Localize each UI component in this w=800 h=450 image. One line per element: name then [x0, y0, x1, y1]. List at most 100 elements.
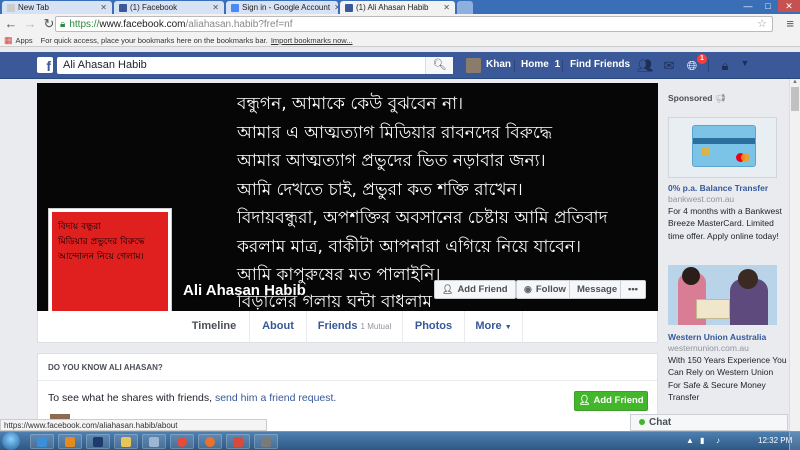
taskbar-app-icon[interactable]	[226, 434, 250, 449]
taskbar-photoshop-icon[interactable]	[86, 434, 110, 449]
message-button[interactable]: Message	[569, 280, 626, 299]
add-person-icon: 👤︎	[578, 395, 591, 406]
browser-tab-profile[interactable]: (1) Ali Ahasan Habib ✕	[340, 1, 455, 14]
nav-divider	[708, 60, 709, 72]
facebook-logo-icon[interactable]: f	[37, 57, 53, 74]
follow-button[interactable]: ◉ Follow	[516, 280, 574, 299]
taskbar-window-icon[interactable]	[142, 434, 166, 449]
taskbar-media-icon[interactable]	[58, 434, 82, 449]
browser-tab-title: (1) Ali Ahasan Habib	[356, 3, 429, 12]
home-link[interactable]: Home 1	[521, 59, 560, 70]
add-friend-label: Add Friend	[593, 395, 644, 406]
taskbar-chrome-icon[interactable]	[170, 434, 194, 449]
status-bar-url: https://www.facebook.com/aliahasan.habib…	[0, 419, 267, 431]
taskbar-ie-icon[interactable]	[30, 434, 54, 449]
new-tab-button[interactable]	[457, 1, 473, 14]
sponsored-label: Sponsored	[668, 93, 713, 103]
show-desktop-button[interactable]	[789, 432, 800, 450]
ad-title[interactable]: Western Union Australia	[668, 332, 766, 342]
card-chip	[701, 148, 710, 155]
close-icon[interactable]: ✕	[96, 3, 107, 12]
friends-label: Friends	[317, 320, 358, 332]
ad-domain[interactable]: bankwest.com.au	[668, 194, 734, 204]
ad-image-western-union[interactable]	[668, 265, 777, 325]
browser-tab-google-signin[interactable]: Sign in - Google Account ✕	[226, 1, 338, 14]
ad-domain[interactable]: westernunion.com.au	[668, 343, 749, 353]
profile-name[interactable]: Ali Ahasan Habib	[183, 282, 306, 299]
home-count: 1	[554, 59, 561, 70]
search-value: Ali Ahasan Habib	[63, 59, 147, 71]
ad-title[interactable]: 0% p.a. Balance Transfer	[668, 183, 768, 193]
friend-requests-icon[interactable]: 👥︎	[637, 58, 654, 73]
close-icon[interactable]: ✕	[330, 3, 338, 12]
mastercard-logo-icon	[736, 153, 750, 162]
person-figure	[682, 267, 700, 285]
find-friends-link[interactable]: Find Friends	[570, 59, 630, 70]
close-icon[interactable]: ✕	[439, 3, 450, 12]
address-bar[interactable]: 🔒︎ https:// www.facebook.com /aliahasan.…	[55, 16, 773, 32]
facebook-search-input[interactable]: Ali Ahasan Habib 🔍︎	[57, 57, 453, 74]
url-path: /aliahasan.habib?fref=nf	[185, 18, 293, 30]
search-icon[interactable]: 🔍︎	[425, 57, 453, 74]
bookmarks-bar: ▦ Apps For quick access, place your book…	[0, 34, 800, 47]
chevron-down-icon: ▼	[504, 324, 512, 331]
profile-tabs: Timeline About Friends 1 Mutual Photos M…	[37, 311, 658, 343]
add-friend-button[interactable]: 👤︎ Add Friend	[434, 280, 516, 299]
friend-request-prompt: To see what he shares with friends, send…	[48, 392, 336, 404]
start-button[interactable]	[2, 432, 20, 450]
tray-arrow-icon[interactable]: ▲	[686, 436, 694, 445]
chevron-down-icon[interactable]: ▼	[737, 58, 753, 73]
forward-icon[interactable]: →	[22, 16, 38, 32]
close-icon[interactable]: ✕	[208, 3, 219, 12]
ad-body: With 150 Years Experience You Can Rely o…	[668, 355, 787, 402]
import-bookmarks-link[interactable]: Import bookmarks now...	[271, 36, 353, 45]
taskbar-firefox-icon[interactable]	[198, 434, 222, 449]
bookmarks-hint: For quick access, place your bookmarks h…	[40, 35, 268, 45]
browser-toolbar: ← → ↻ 🔒︎ https:// www.facebook.com /alia…	[0, 14, 800, 34]
tab-timeline[interactable]: Timeline	[179, 311, 250, 342]
scroll-up-icon[interactable]: ▲	[790, 79, 800, 87]
profile-picture-text: আন্দোলন নিয়ে গেলাম।	[58, 252, 144, 262]
browser-tab-title: (1) Facebook	[130, 3, 178, 12]
cover-text-line: আমার আত্মত্যাগ প্রভুদের ভিত নড়াবার জন্য…	[237, 151, 546, 171]
browser-tab-title: New Tab	[18, 3, 49, 12]
tab-more[interactable]: More ▼	[465, 311, 523, 342]
network-icon[interactable]: ▮	[700, 436, 704, 445]
clock-time[interactable]: 12:32 PM	[758, 436, 792, 445]
page-scrollbar[interactable]: ▲	[789, 79, 800, 431]
scrollbar-thumb[interactable]	[791, 87, 799, 111]
taskbar-folder-icon[interactable]	[114, 434, 138, 449]
volume-icon[interactable]: ♪	[716, 436, 720, 445]
add-friend-green-button[interactable]: 👤︎ Add Friend	[574, 391, 648, 411]
page-icon	[7, 3, 15, 12]
apps-grid-icon[interactable]: ▦	[4, 35, 13, 46]
browser-tab-new-tab[interactable]: New Tab ✕	[2, 1, 112, 14]
messages-icon[interactable]: ✉	[661, 58, 677, 73]
cover-text-line: বিদায়বন্ধুরা, অপশক্তির অবসানের চেষ্টায়…	[237, 208, 608, 228]
back-icon[interactable]: ←	[3, 16, 19, 32]
chat-bar[interactable]: Chat	[630, 414, 788, 431]
send-friend-request-link[interactable]: send him a friend request.	[215, 392, 336, 404]
nav-divider	[562, 60, 563, 72]
tab-friends[interactable]: Friends 1 Mutual	[307, 311, 403, 342]
profile-link[interactable]: Khan	[486, 59, 511, 70]
ad-image-credit-card[interactable]	[668, 117, 777, 178]
maximize-button[interactable]: □	[758, 0, 778, 12]
browser-tab-strip: New Tab ✕ (1) Facebook ✕ Sign in - Googl…	[0, 0, 800, 14]
more-label: More	[475, 320, 502, 332]
more-options-button[interactable]: •••	[620, 280, 646, 299]
tab-about[interactable]: About	[250, 311, 307, 342]
minimize-button[interactable]: —	[738, 0, 758, 12]
facebook-icon	[119, 3, 127, 12]
browser-menu-icon[interactable]: ≡	[786, 16, 794, 31]
privacy-shortcuts-icon[interactable]: 🔒︎	[717, 58, 733, 73]
more-options-icon: •••	[628, 284, 638, 295]
taskbar-app-icon[interactable]	[254, 434, 278, 449]
avatar[interactable]	[466, 58, 481, 73]
tab-photos[interactable]: Photos	[403, 311, 465, 342]
sponsored-heading: Sponsored 📢︎	[668, 93, 726, 104]
bookmark-star-icon[interactable]: ☆	[757, 17, 767, 30]
apps-shortcut[interactable]: Apps	[16, 36, 33, 45]
close-window-button[interactable]: ✕	[778, 0, 800, 12]
browser-tab-facebook[interactable]: (1) Facebook ✕	[114, 1, 224, 14]
